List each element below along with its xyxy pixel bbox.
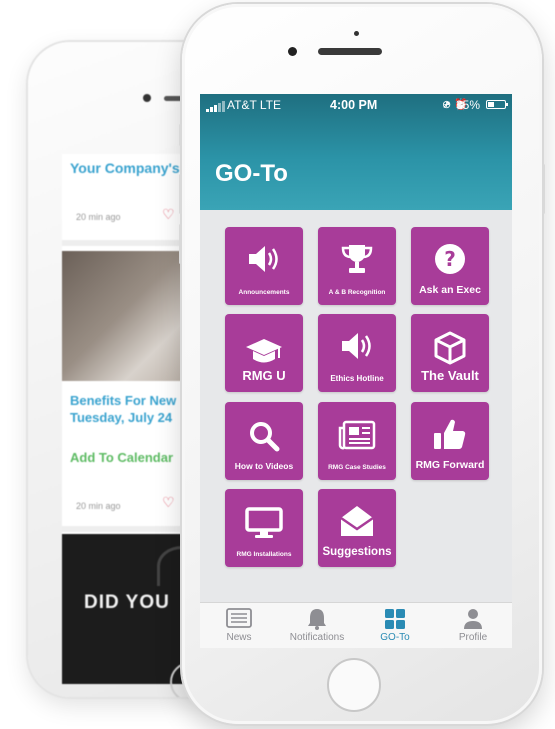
app-header: AT&T LTE 4:00 PM ⊕ ➚ ⏰ 35% GO-To xyxy=(200,94,512,210)
thumbs-up-icon xyxy=(411,416,489,452)
volume-up-button xyxy=(179,174,182,214)
speaker-icon xyxy=(225,241,303,277)
monitor-icon xyxy=(225,505,303,541)
news-card-title: Your Company's xyxy=(70,160,180,176)
battery-icon xyxy=(486,100,508,109)
tab-notifications[interactable]: Notifications xyxy=(278,603,356,648)
tile-how-to-videos[interactable]: How to Videos xyxy=(225,402,303,480)
tile-label: Announcements xyxy=(238,289,290,296)
headline-line-1: Benefits For New xyxy=(70,393,177,408)
tab-bar: News Notifications GO-To Profile xyxy=(200,602,512,648)
tile-ask-an-exec[interactable]: ? Ask an Exec xyxy=(411,227,489,305)
tab-go-to[interactable]: GO-To xyxy=(356,603,434,648)
main-phone: AT&T LTE 4:00 PM ⊕ ➚ ⏰ 35% GO-To Announc… xyxy=(179,4,545,724)
signal-icon xyxy=(206,101,225,112)
volume-down-button xyxy=(179,224,182,264)
mute-switch xyxy=(179,124,182,146)
tile-label: Ethics Hotline xyxy=(330,374,384,383)
carrier-label: AT&T LTE xyxy=(227,98,282,112)
speaker-grille xyxy=(318,48,382,55)
news-icon xyxy=(200,608,278,628)
tile-the-vault[interactable]: The Vault xyxy=(411,314,489,392)
proximity-sensor xyxy=(354,31,359,36)
cube-icon xyxy=(411,330,489,366)
tile-label: Suggestions xyxy=(322,546,392,558)
tile-label: RMG Case Studies xyxy=(328,464,386,471)
tab-news[interactable]: News xyxy=(200,603,278,648)
power-button xyxy=(542,164,545,214)
tile-ethics-hotline[interactable]: Ethics Hotline xyxy=(318,314,396,392)
newspaper-icon xyxy=(318,417,396,453)
tile-label: The Vault xyxy=(421,368,479,383)
page-title: GO-To xyxy=(215,160,288,187)
tile-recognition[interactable]: A & B Recognition xyxy=(318,227,396,305)
home-button xyxy=(327,658,381,712)
status-bar: AT&T LTE 4:00 PM ⊕ ➚ ⏰ 35% xyxy=(200,94,512,116)
tile-rmg-installations[interactable]: RMG Installations xyxy=(225,489,303,567)
tile-suggestions[interactable]: Suggestions xyxy=(318,489,396,567)
trophy-icon xyxy=(318,241,396,277)
search-icon xyxy=(225,418,303,454)
add-to-calendar-link: Add To Calendar xyxy=(70,450,174,465)
question-icon: ? xyxy=(411,241,489,277)
camera-icon xyxy=(143,94,151,102)
heart-icon: ♡ xyxy=(162,206,175,222)
tile-label: How to Videos xyxy=(234,461,294,471)
news-card-time: 20 min ago xyxy=(76,212,121,222)
tab-label: GO-To xyxy=(380,632,410,643)
tile-rmg-u[interactable]: RMG U xyxy=(225,314,303,392)
news-headline: Benefits For New Tuesday, July 24 xyxy=(70,392,176,426)
tab-label: News xyxy=(226,632,252,643)
tile-rmg-case-studies[interactable]: RMG Case Studies xyxy=(318,402,396,480)
tile-announcements[interactable]: Announcements xyxy=(225,227,303,305)
envelope-open-icon xyxy=(318,503,396,539)
tile-label: RMG Installations xyxy=(236,551,292,558)
tab-label: Profile xyxy=(458,632,488,643)
news-card-time: 20 min ago xyxy=(76,501,121,511)
app-screen: AT&T LTE 4:00 PM ⊕ ➚ ⏰ 35% GO-To Announc… xyxy=(200,94,512,648)
tile-label: RMG U xyxy=(242,368,286,383)
bell-icon xyxy=(278,608,356,630)
tab-profile[interactable]: Profile xyxy=(434,603,512,648)
tile-rmg-forward[interactable]: RMG Forward xyxy=(411,402,489,480)
graduation-cap-icon xyxy=(225,334,303,370)
camera-icon xyxy=(288,47,297,56)
dark-card-text: DID YOU xyxy=(84,592,170,613)
grid-icon xyxy=(356,608,434,629)
tile-label: RMG Forward xyxy=(415,459,485,471)
tile-label: A & B Recognition xyxy=(328,289,386,296)
person-icon xyxy=(434,608,512,629)
tile-label: Ask an Exec xyxy=(419,284,481,296)
heart-icon: ♡ xyxy=(162,494,175,510)
headline-line-2: Tuesday, July 24 xyxy=(70,410,173,425)
status-time: 4:00 PM xyxy=(330,98,378,112)
svg-text:?: ? xyxy=(444,247,456,271)
tab-label: Notifications xyxy=(289,632,345,643)
location-icon: ➚ xyxy=(442,99,452,111)
battery-percent: 35% xyxy=(456,98,481,112)
speaker-icon xyxy=(318,328,396,364)
